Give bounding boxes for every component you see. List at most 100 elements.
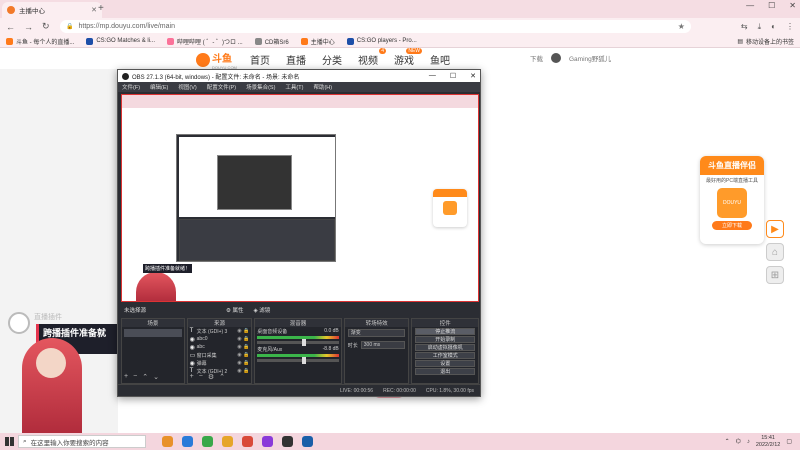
- exit-button[interactable]: 退出: [415, 368, 475, 375]
- home-side-icon[interactable]: ⌂: [766, 243, 784, 261]
- transitions-header: 转场特效: [344, 319, 409, 327]
- preview-promo-card: [433, 189, 467, 227]
- download-icon[interactable]: ⤓: [758, 22, 762, 32]
- url-input[interactable]: 🔒 https://mp.douyu.com/live/main ★: [60, 20, 691, 33]
- app-icon[interactable]: [242, 436, 253, 447]
- bookmark-item[interactable]: 主播中心: [300, 37, 335, 46]
- stop-streaming-button[interactable]: 停止推流: [415, 328, 475, 335]
- menu-view[interactable]: 视图(V): [178, 83, 196, 91]
- tab-main[interactable]: 主播中心 ✕: [2, 2, 102, 18]
- chevron-up-icon[interactable]: ⌃: [725, 438, 730, 445]
- notification-icon[interactable]: ▢: [786, 438, 792, 445]
- transition-select[interactable]: 渐变: [345, 327, 409, 339]
- extensions-icon[interactable]: ⇆: [741, 22, 748, 32]
- menu-edit[interactable]: 编辑(E): [150, 83, 168, 91]
- bookmark-item[interactable]: CS:GO Matches & li...: [86, 37, 155, 45]
- bookmark-item[interactable]: CS:GO players - Pro...: [346, 37, 417, 45]
- down-icon[interactable]: ⌄: [153, 373, 159, 381]
- share-side-icon[interactable]: ⊞: [766, 266, 784, 284]
- taskbar-search[interactable]: ⌕ 在这里输入你要搜索的内容: [18, 435, 146, 448]
- reload-icon[interactable]: ↻: [42, 21, 50, 32]
- app-icon[interactable]: [182, 436, 193, 447]
- play-side-icon[interactable]: ▶: [766, 220, 784, 238]
- source-item[interactable]: T 文本 (GDI+) 3 ◉ 🔒: [188, 327, 252, 335]
- promo-download-button[interactable]: 立即下载: [712, 221, 752, 230]
- add-icon[interactable]: +: [124, 373, 128, 381]
- source-item[interactable]: ▭ 窗口采集 ◉ 🔒: [188, 351, 252, 359]
- remove-icon[interactable]: −: [199, 373, 203, 381]
- toolbar-icons: ⇆ ⤓ ◐ ⋮: [741, 22, 794, 32]
- profile-icon[interactable]: ◐: [771, 22, 776, 32]
- nav-live[interactable]: 直播: [286, 52, 306, 67]
- clock[interactable]: 15:41 2022/2/12: [756, 435, 780, 449]
- nav-games[interactable]: 游戏 NEW: [394, 48, 422, 67]
- studio-mode-button[interactable]: 工作室模式: [415, 352, 475, 359]
- nav-video[interactable]: 视频 4: [358, 48, 386, 67]
- app-icon[interactable]: [202, 436, 213, 447]
- start-recording-button[interactable]: 开始录制: [415, 336, 475, 343]
- download-link[interactable]: 下载: [530, 53, 543, 63]
- nav-fishbar[interactable]: 鱼吧: [430, 52, 450, 67]
- up-icon[interactable]: ⌃: [142, 373, 148, 381]
- app-icon[interactable]: [262, 436, 273, 447]
- app-icon[interactable]: [162, 436, 173, 447]
- source-item[interactable]: ◉ abc0 ◉ 🔒: [188, 335, 252, 343]
- obs-preview-canvas[interactable]: 跨播插件准备就绪！: [121, 94, 479, 302]
- mobile-bookmarks[interactable]: ▤ 移动设备上的书签: [737, 37, 794, 46]
- new-tab-button[interactable]: +: [98, 3, 104, 14]
- network-icon[interactable]: ⌬: [736, 438, 741, 445]
- menu-profile[interactable]: 配置文件(P): [207, 83, 236, 91]
- remove-icon[interactable]: −: [133, 373, 137, 381]
- avatar[interactable]: [551, 53, 561, 63]
- menu-file[interactable]: 文件(F): [122, 83, 140, 91]
- app-icon[interactable]: [222, 436, 233, 447]
- close-icon[interactable]: ✕: [789, 1, 796, 10]
- filters-button[interactable]: ◈ 滤镜: [254, 306, 271, 314]
- menu-tools[interactable]: 工具(T): [285, 83, 303, 91]
- menu-help[interactable]: 帮助(H): [313, 83, 332, 91]
- forward-icon[interactable]: →: [24, 22, 33, 32]
- back-icon[interactable]: ←: [6, 22, 15, 32]
- volume-icon[interactable]: ♪: [747, 439, 750, 445]
- close-tab-icon[interactable]: ✕: [91, 6, 97, 14]
- app-icon[interactable]: [302, 436, 313, 447]
- menu-scene-collection[interactable]: 场景集合(S): [246, 83, 275, 91]
- bookmark-item[interactable]: 斗鱼 - 每个人的直播...: [6, 37, 74, 46]
- sources-dock: 来源 T 文本 (GDI+) 3 ◉ 🔒 ◉ abc0 ◉ 🔒 ◉ abc ◉ 🔒 ▭ 窗口采…: [186, 318, 253, 384]
- gear-icon[interactable]: ⚙: [208, 373, 214, 381]
- windows-logo-icon: [4, 437, 14, 446]
- up-icon[interactable]: ⌃: [219, 373, 225, 381]
- menu-icon[interactable]: ⋮: [786, 22, 794, 32]
- nav-home[interactable]: 首页: [250, 52, 270, 67]
- volume-slider[interactable]: [257, 357, 339, 364]
- volume-slider[interactable]: [257, 339, 339, 346]
- maximize-icon[interactable]: ☐: [450, 72, 456, 80]
- transition-duration[interactable]: 时长 300 ms: [345, 339, 409, 351]
- source-toolbar-buttons: ⚙ 属性 ◈ 滤镜: [226, 306, 270, 314]
- bookmark-item[interactable]: CD箱Sr6: [254, 37, 289, 46]
- obs-menubar: 文件(F) 编辑(E) 视图(V) 配置文件(P) 场景集合(S) 工具(T) …: [118, 82, 480, 92]
- source-item[interactable]: ◉ 弹幕 ◉ 🔒: [188, 359, 252, 367]
- settings-button[interactable]: 设置: [415, 360, 475, 367]
- app-icon[interactable]: [282, 436, 293, 447]
- source-item[interactable]: ◉ abc ◉ 🔒: [188, 343, 252, 351]
- audio-meter: [257, 354, 339, 357]
- douyu-logo[interactable]: 斗鱼 DOUYU.COM: [196, 50, 237, 70]
- scene-item[interactable]: [124, 329, 182, 337]
- add-icon[interactable]: +: [190, 373, 194, 381]
- minimize-icon[interactable]: —: [746, 1, 754, 10]
- username[interactable]: Gaming野狐儿: [569, 53, 611, 63]
- bookmark-item[interactable]: 哔哩哔哩 ( ゜- ゜)つロ ...: [167, 37, 243, 46]
- start-button[interactable]: [0, 433, 18, 450]
- scenes-dock: 场景 + − ⌃ ⌄: [121, 318, 185, 384]
- mixer-channel: 麦克风/Aux -8.8 dB: [255, 345, 341, 364]
- maximize-icon[interactable]: ☐: [768, 1, 775, 10]
- virtual-camera-button[interactable]: 启动虚拟摄像机: [415, 344, 475, 351]
- close-icon[interactable]: ✕: [470, 72, 476, 80]
- minimize-icon[interactable]: —: [429, 72, 436, 80]
- live-time: LIVE: 00:00:56: [340, 387, 374, 394]
- visibility-lock-icon: ◉ 🔒: [237, 328, 250, 334]
- properties-button[interactable]: ⚙ 属性: [226, 306, 243, 314]
- bookmark-star-icon[interactable]: ★: [678, 22, 685, 31]
- nav-categories[interactable]: 分类: [322, 52, 342, 67]
